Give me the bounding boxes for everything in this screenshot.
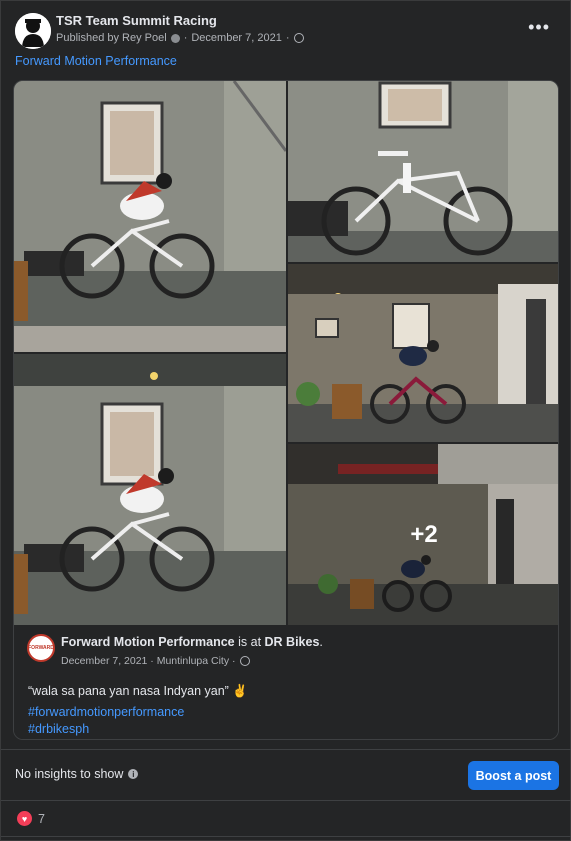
heart-reaction-icon: ♥: [17, 811, 32, 826]
avatar-logo-text: FORWARD: [28, 645, 54, 651]
page-avatar[interactable]: [15, 13, 51, 49]
shared-author-line: Forward Motion Performance is at DR Bike…: [61, 635, 323, 649]
shared-date[interactable]: December 7, 2021 · Muntinlupa City ·: [61, 655, 236, 667]
photo-2[interactable]: [288, 81, 558, 262]
page-name[interactable]: TSR Team Summit Racing: [56, 13, 217, 28]
shared-place[interactable]: DR Bikes: [265, 635, 320, 649]
hashtag-link[interactable]: #drbikesph: [28, 722, 89, 736]
shared-post[interactable]: +2 FORWARD Forward Motion Performance is…: [13, 80, 559, 740]
post-card: TSR Team Summit Racing Published by Rey …: [0, 0, 571, 841]
insights-text: No insights to show: [15, 767, 124, 781]
insights-row: No insights to show i: [15, 767, 139, 781]
post-meta: Published by Rey Poel · December 7, 2021…: [56, 32, 304, 44]
divider: [1, 836, 571, 837]
reaction-count: 7: [38, 811, 45, 826]
more-options-icon[interactable]: •••: [528, 17, 550, 38]
info-icon[interactable]: i: [128, 769, 139, 779]
photo-4[interactable]: [288, 264, 558, 442]
shared-caption: “wala sa pana yan nasa Indyan yan” ✌️: [28, 684, 248, 698]
photo-3[interactable]: [14, 354, 286, 625]
photo-5[interactable]: +2: [288, 444, 558, 625]
reactions-summary[interactable]: ♥ 7: [17, 811, 45, 826]
hashtag-link[interactable]: #forwardmotionperformance: [28, 705, 184, 719]
divider: [1, 800, 571, 801]
divider: [1, 749, 571, 750]
post-text-link[interactable]: Forward Motion Performance: [15, 54, 177, 68]
photo-1[interactable]: [14, 81, 286, 352]
shared-author-name[interactable]: Forward Motion Performance: [61, 635, 235, 649]
post-date[interactable]: December 7, 2021: [191, 32, 282, 44]
is-at-text: is at: [234, 635, 265, 649]
more-photos-count[interactable]: +2: [288, 444, 558, 625]
published-by[interactable]: Published by Rey Poel: [56, 32, 167, 44]
globe-icon: [293, 33, 304, 43]
shared-author-avatar[interactable]: FORWARD: [27, 634, 55, 662]
shared-post-footer: FORWARD Forward Motion Performance is at…: [14, 625, 558, 739]
profile-icon: [170, 33, 180, 43]
globe-icon: [239, 656, 250, 666]
boost-post-button[interactable]: Boost a post: [468, 761, 559, 790]
shared-meta: December 7, 2021 · Muntinlupa City ·: [61, 655, 250, 667]
